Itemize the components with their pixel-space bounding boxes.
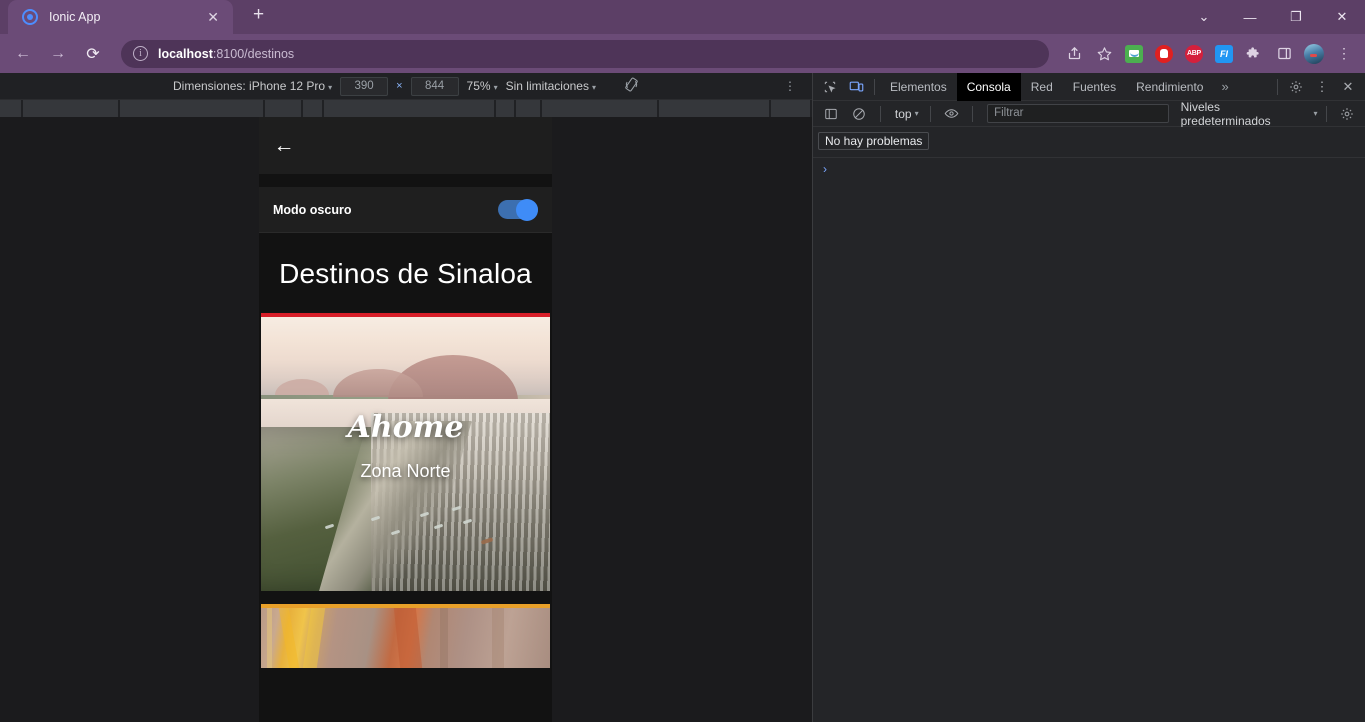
- app-header-divider: [259, 174, 552, 187]
- console-output: No hay problemas ›: [813, 127, 1365, 722]
- reload-button[interactable]: ⟳: [78, 39, 108, 69]
- console-prompt[interactable]: ›: [813, 157, 1365, 179]
- new-tab-button[interactable]: +: [247, 3, 270, 26]
- device-toolbar-kebab-icon[interactable]: ⋮: [784, 79, 796, 93]
- close-tab-icon[interactable]: ✕: [203, 7, 223, 27]
- console-filter-input[interactable]: Filtrar: [987, 104, 1169, 123]
- viewport-height-input[interactable]: 844: [410, 76, 459, 96]
- ruler-segment[interactable]: [303, 100, 324, 117]
- browser-toolbar: ← → ⟳ i localhost:8100/destinos ABP FI ⋮: [0, 34, 1365, 73]
- address-bar-url: localhost:8100/destinos: [158, 47, 294, 61]
- url-host: localhost: [158, 46, 213, 61]
- tab-fuentes[interactable]: Fuentes: [1063, 73, 1126, 101]
- canyon-rock-formation-photo: [261, 607, 550, 668]
- address-bar[interactable]: i localhost:8100/destinos: [121, 39, 1049, 68]
- app-header: ←: [259, 117, 552, 174]
- rotate-device-icon[interactable]: [624, 77, 639, 95]
- minimize-window-button[interactable]: —: [1227, 0, 1273, 34]
- clear-console-icon[interactable]: [846, 102, 871, 126]
- console-settings-gear-icon[interactable]: [1335, 102, 1360, 126]
- extensions-puzzle-icon[interactable]: [1241, 41, 1267, 67]
- viewport-width-input[interactable]: 390: [340, 76, 389, 96]
- device-preset-selector[interactable]: Dimensiones: iPhone 12 Pro ▾: [173, 79, 332, 93]
- forward-button[interactable]: →: [43, 39, 73, 69]
- console-prompt-caret: ›: [823, 161, 827, 176]
- tab-title: Ionic App: [49, 10, 101, 24]
- dark-mode-row[interactable]: Modo oscuro: [259, 187, 552, 233]
- toggle-device-toolbar-icon[interactable]: [843, 75, 869, 99]
- profile-avatar[interactable]: [1301, 41, 1327, 67]
- back-button[interactable]: ←: [8, 39, 38, 69]
- tab-red[interactable]: Red: [1021, 73, 1063, 101]
- side-panel-icon[interactable]: [1271, 41, 1297, 67]
- card-subtitle-ahome: Zona Norte: [360, 460, 451, 481]
- console-context-selector[interactable]: top ▾: [889, 107, 922, 121]
- dark-mode-toggle[interactable]: [498, 198, 538, 221]
- fi-extension-icon[interactable]: FI: [1211, 41, 1237, 67]
- ruler-segment[interactable]: [120, 100, 265, 117]
- window-controls: ⌄ — ❐ ✕: [1181, 0, 1365, 34]
- console-toolbar: top ▾ Filtrar Niveles predeterminados ▾: [813, 100, 1365, 128]
- ruler-segment[interactable]: [659, 100, 771, 117]
- devtools-tab-bar: Elementos Consola Red Fuentes Rendimient…: [813, 72, 1365, 101]
- chrome-menu-kebab-icon[interactable]: ⋮: [1331, 41, 1357, 67]
- browser-tab[interactable]: Ionic App ✕: [8, 0, 233, 34]
- ruler-segment[interactable]: [324, 100, 496, 117]
- dimension-separator: ×: [396, 80, 403, 92]
- adblock-plus-extension-icon[interactable]: ABP: [1181, 41, 1207, 67]
- devtools-panel: Elementos Consola Red Fuentes Rendimient…: [812, 72, 1365, 722]
- url-path: :8100/destinos: [212, 46, 295, 61]
- back-navigation-icon[interactable]: ←: [267, 129, 301, 163]
- console-sidebar-icon[interactable]: [818, 102, 843, 126]
- devtools-kebab-icon[interactable]: ⋮: [1309, 75, 1335, 99]
- browser-window: Ionic App ✕ + ⌄ — ❐ ✕ ← → ⟳ i localhost:…: [0, 0, 1365, 722]
- ruler-segment[interactable]: [265, 100, 303, 117]
- close-window-button[interactable]: ✕: [1319, 0, 1365, 34]
- throttling-selector[interactable]: Sin limitaciones ▾: [506, 79, 596, 93]
- no-issues-badge[interactable]: No hay problemas: [818, 132, 930, 150]
- share-icon[interactable]: [1061, 41, 1087, 67]
- ruler-segment[interactable]: [771, 100, 812, 117]
- zoom-selector[interactable]: 75% ▾: [467, 79, 498, 93]
- dark-mode-label: Modo oscuro: [273, 202, 352, 217]
- destination-card-ahome[interactable]: Ahome Zona Norte: [261, 312, 550, 591]
- card-title-ahome: Ahome: [347, 409, 464, 445]
- destination-card-second[interactable]: [261, 603, 550, 668]
- stop-extension-icon[interactable]: [1151, 41, 1177, 67]
- live-expression-eye-icon[interactable]: [939, 102, 964, 126]
- inspect-element-icon[interactable]: [817, 75, 843, 99]
- page-title: Destinos de Sinaloa: [279, 258, 532, 289]
- ruler-segment[interactable]: [542, 100, 659, 117]
- maximize-window-button[interactable]: ❐: [1273, 0, 1319, 34]
- tab-consola[interactable]: Consola: [956, 72, 1021, 101]
- chrome-tab-search-icon[interactable]: ⌄: [1181, 0, 1227, 34]
- phone-viewport: ← Modo oscuro Destinos de Sinaloa Ahome …: [259, 117, 552, 722]
- tab-rendimiento[interactable]: Rendimiento: [1126, 73, 1213, 101]
- more-tabs-icon[interactable]: »: [1213, 79, 1236, 94]
- app-content: Destinos de Sinaloa Ahome Zona Norte: [259, 233, 552, 722]
- ionic-logo-icon: [22, 9, 38, 25]
- ahome-malecon-aerial-photo: Ahome Zona Norte: [261, 316, 550, 591]
- media-query-ruler[interactable]: [0, 100, 812, 117]
- ruler-segment[interactable]: [516, 100, 542, 117]
- mail-extension-icon[interactable]: [1121, 41, 1147, 67]
- ruler-segment[interactable]: [0, 100, 23, 117]
- console-levels-selector[interactable]: Niveles predeterminados ▾: [1181, 100, 1318, 128]
- bookmark-star-icon[interactable]: [1091, 41, 1117, 67]
- settings-gear-icon[interactable]: [1283, 75, 1309, 99]
- site-info-icon[interactable]: i: [133, 46, 148, 61]
- close-devtools-icon[interactable]: ✕: [1335, 75, 1361, 99]
- ruler-segment[interactable]: [496, 100, 516, 117]
- ruler-segment[interactable]: [23, 100, 120, 117]
- tab-strip: Ionic App ✕ + ⌄ — ❐ ✕: [0, 0, 1365, 34]
- tab-elementos[interactable]: Elementos: [880, 73, 957, 101]
- device-emulation-stage: ← Modo oscuro Destinos de Sinaloa Ahome …: [0, 117, 812, 722]
